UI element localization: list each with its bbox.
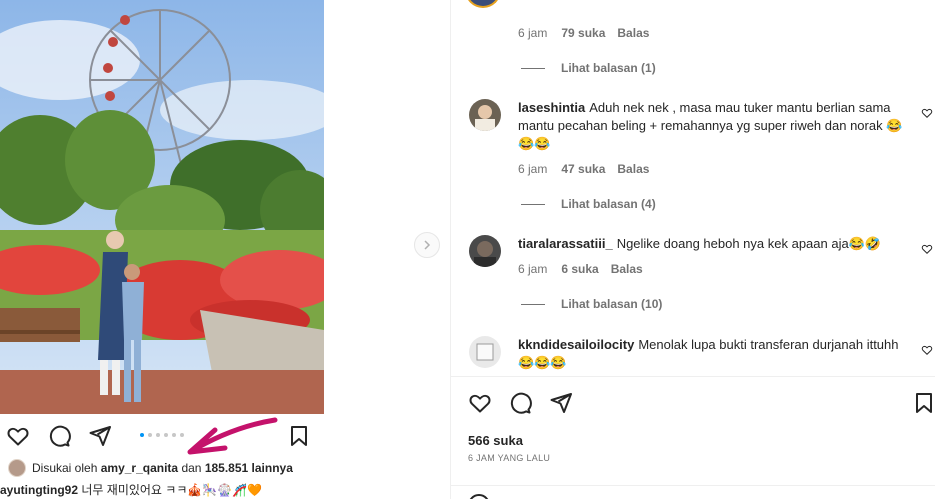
comment-username[interactable]: laseshintia <box>518 100 585 115</box>
commenter-avatar[interactable] <box>469 336 501 368</box>
handdrawn-arrow-annotation <box>187 417 278 455</box>
liked-by-and: dan <box>181 461 202 475</box>
comment-likes[interactable]: 79 suka <box>561 26 605 40</box>
comment-body: laseshintia Aduh nek nek , masa mau tuker… <box>518 99 918 153</box>
avatar-image <box>469 99 501 131</box>
caption-text: 너무 재미있어요 ㅋㅋ🎪🎠🎡🎢🧡 <box>81 483 263 497</box>
reply-button[interactable]: Balas <box>617 26 649 40</box>
liked-by-count[interactable]: 185.851 lainnya <box>205 461 293 475</box>
post-photo-illustration <box>0 0 324 414</box>
post-author-avatar[interactable] <box>465 0 501 8</box>
avatar-image <box>469 235 501 267</box>
chevron-right-icon <box>424 240 431 250</box>
comment-username[interactable]: tiaralarassatiii_ <box>518 236 613 251</box>
share-icon[interactable] <box>88 424 112 448</box>
divider-line <box>521 303 545 305</box>
feed-post: Disukai oleh amy_r_qanita dan 185.851 la… <box>0 0 324 499</box>
comment-time: 6 jam <box>518 262 548 276</box>
commenter-avatar[interactable] <box>469 99 501 131</box>
share-icon[interactable] <box>549 391 573 415</box>
avatar-image <box>469 336 501 368</box>
heart-icon[interactable] <box>468 391 492 415</box>
reply-button[interactable]: Balas <box>617 162 649 176</box>
view-replies-button[interactable]: Lihat balasan (1) <box>521 61 656 75</box>
view-replies-label: Lihat balasan (4) <box>561 197 656 211</box>
emoji-icon[interactable] <box>468 494 490 499</box>
save-icon[interactable] <box>912 391 935 415</box>
comment-icon[interactable] <box>508 391 532 415</box>
comment-like-icon[interactable] <box>921 243 933 255</box>
carousel-dot <box>156 433 160 437</box>
comment-body: kkndidesailoilocity Menolak lupa bukti tr… <box>518 336 918 372</box>
reply-button[interactable]: Balas <box>611 262 643 276</box>
caption-user[interactable]: ayutingting92 <box>0 483 78 497</box>
liked-by-avatar[interactable] <box>8 459 26 477</box>
comment-username[interactable]: kkndidesailoilocity <box>518 337 634 352</box>
comment-time: 6 jam <box>518 26 548 40</box>
post-photo[interactable] <box>0 0 324 414</box>
comment-time: 6 jam <box>518 162 548 176</box>
carousel-dot <box>140 433 144 437</box>
view-replies-label: Lihat balasan (1) <box>561 61 656 75</box>
comment-body: tiaralarassatiii_ Ngelike doang heboh nya… <box>518 235 918 253</box>
panel-action-bar: 566 suka 6 JAM YANG LALU <box>451 376 935 499</box>
add-comment-bar[interactable] <box>451 485 935 499</box>
carousel-dot <box>148 433 152 437</box>
comment-likes[interactable]: 6 suka <box>561 262 598 276</box>
comment-like-icon[interactable] <box>921 107 933 119</box>
likes-count[interactable]: 566 suka <box>468 433 523 448</box>
comment-likes[interactable]: 47 suka <box>561 162 605 176</box>
view-replies-button[interactable]: Lihat balasan (10) <box>521 297 662 311</box>
caption-row: ayutingting92 너무 재미있어요 ㅋㅋ🎪🎠🎡🎢🧡 <box>0 481 324 499</box>
comments-panel: 6 jam 79 suka Balas Lihat balasan (1) lase… <box>450 0 935 499</box>
view-replies-button[interactable]: Lihat balasan (4) <box>521 197 656 211</box>
comment-meta: 6 jam 47 suka Balas <box>518 162 649 176</box>
divider-line <box>521 67 545 69</box>
comment-text: Ngelike doang heboh nya kek apaan aja😂🤣 <box>616 236 882 251</box>
liked-by-prefix: Disukai oleh <box>32 461 98 475</box>
commenter-avatar[interactable] <box>469 235 501 267</box>
next-post-button[interactable] <box>414 232 440 258</box>
view-replies-label: Lihat balasan (10) <box>561 297 663 311</box>
comment-like-icon[interactable] <box>921 344 933 356</box>
comment-meta: 6 jam 6 suka Balas <box>518 262 643 276</box>
liked-by-user[interactable]: amy_r_qanita <box>101 461 178 475</box>
heart-icon[interactable] <box>6 424 30 448</box>
divider-line <box>521 203 545 205</box>
carousel-dot <box>172 433 176 437</box>
instagram-post-view: Disukai oleh amy_r_qanita dan 185.851 la… <box>0 0 935 499</box>
save-icon[interactable] <box>287 424 311 448</box>
carousel-dot <box>164 433 168 437</box>
comment-icon[interactable] <box>47 424 71 448</box>
comment-meta: 6 jam 79 suka Balas <box>518 26 649 40</box>
carousel-indicator <box>140 433 184 437</box>
post-timestamp: 6 JAM YANG LALU <box>468 453 551 463</box>
